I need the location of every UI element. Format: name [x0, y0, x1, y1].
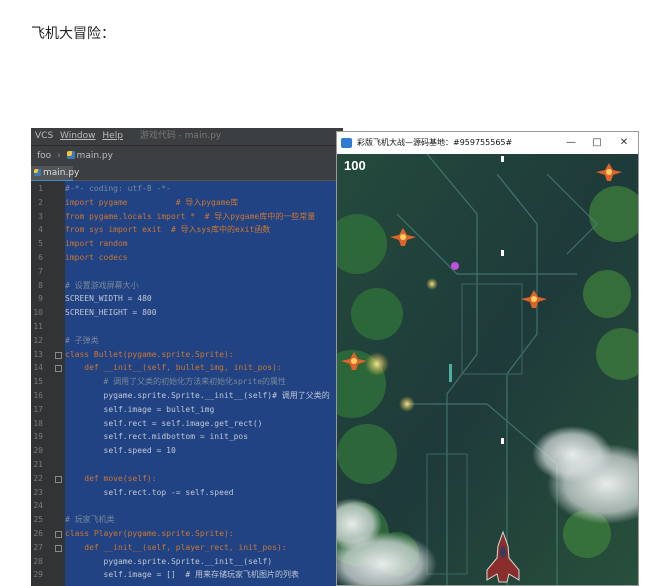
code-line: pygame.sprite.Sprite.__init__(self) [65, 556, 273, 566]
fold-marker[interactable] [55, 531, 62, 538]
close-button[interactable]: ✕ [612, 132, 636, 154]
line-number: 22 [33, 473, 43, 483]
game-window-title: 彩版飞机大战—源码基地：#959755565# [357, 138, 513, 147]
line-number: 8 [38, 280, 43, 290]
code-line: self.image = bullet_img [65, 404, 215, 414]
line-number: 28 [33, 556, 43, 566]
tab-main-py[interactable]: main.py [31, 166, 79, 182]
line-number: 11 [33, 322, 43, 331]
cloud [532, 426, 612, 482]
line-number: 2 [38, 197, 43, 207]
line-number: 6 [38, 253, 43, 262]
code-line: import random [65, 239, 128, 249]
breadcrumb-separator: › [57, 151, 61, 161]
line-number: 27 [33, 542, 43, 552]
code-line: # 玩家飞机类 [65, 515, 115, 525]
line-number: 1 [38, 184, 43, 193]
menu-window[interactable]: Window [60, 131, 96, 141]
fold-marker[interactable] [55, 475, 62, 483]
maximize-button[interactable]: □ [585, 132, 609, 154]
code-line: pygame.sprite.Sprite.__init__(self)# 调用了… [65, 391, 330, 400]
code-line: self.rect.midbottom = init_pos [65, 432, 249, 442]
code-editor[interactable]: #-*- coding: utf-8 -*- import pygame # 导入… [65, 181, 343, 586]
ide-window-title: 游戏代码 - main.py [139, 131, 222, 141]
code-line: self.speed = 10 [65, 446, 176, 456]
breadcrumb-file[interactable]: main.py [77, 151, 113, 161]
line-number: 16 [33, 391, 43, 400]
line-number: 10 [33, 308, 43, 318]
line-number: 4 [38, 225, 43, 235]
ide-window: VCS Window Help 游戏代码 - main.py foo › mai… [31, 128, 343, 586]
fold-marker[interactable] [55, 351, 62, 359]
code-line: def __init__(self, player_rect, init_pos… [65, 542, 287, 552]
code-line: # 设置游戏屏幕大小 [65, 280, 139, 290]
code-line: from pygame.locals import * # 导入pygame库中… [65, 211, 316, 221]
line-number: 19 [33, 432, 43, 442]
menu-help[interactable]: Help [102, 131, 123, 141]
line-number: 9 [38, 294, 43, 304]
code-line: # 调用了父类的初始化方法来初始化sprite的属性 [65, 377, 287, 387]
python-file-icon [34, 169, 41, 176]
line-number: 7 [38, 266, 43, 276]
bullet [501, 438, 504, 444]
ide-menubar: VCS Window Help 游戏代码 - main.py [31, 128, 343, 145]
fold-marker[interactable] [55, 544, 62, 552]
minimize-button[interactable]: — [559, 132, 583, 154]
line-number-gutter: 1 2 3 4 5 6 7 8 9 10 11 12 13 14 15 16 17 18 19 20 21 22 23 24 2… [31, 181, 65, 586]
line-number: 18 [33, 418, 43, 428]
bullet [501, 250, 504, 256]
article-heading: 飞机大冒险： [31, 26, 115, 42]
editor-tabbar: main.py [31, 166, 343, 182]
code-line: self.rect.top -= self.speed [65, 487, 234, 497]
code-line: self.rect = self.image.get_rect() [65, 418, 263, 428]
app-icon [341, 138, 352, 148]
breadcrumb-project[interactable]: foo [37, 151, 51, 161]
bullet [501, 156, 504, 162]
code-line: import codecs [65, 253, 128, 262]
game-window: 彩版飞机大战—源码基地：#959755565# — □ ✕ 100 [336, 131, 639, 586]
line-number: 12 [33, 335, 43, 345]
line-number: 26 [33, 529, 43, 538]
line-number: 23 [33, 487, 43, 497]
code-line: class Player(pygame.sprite.Sprite): [65, 529, 234, 538]
game-canvas[interactable] [337, 154, 639, 586]
line-number: 3 [38, 211, 43, 221]
line-number: 13 [33, 349, 43, 359]
code-line: def move(self): [65, 473, 157, 483]
line-number: 5 [38, 239, 43, 249]
code-line: # 子弹类 [65, 335, 99, 345]
line-number: 25 [33, 515, 43, 525]
code-line: def __init__(self, bullet_img, init_pos)… [65, 363, 282, 373]
code-line: #-*- coding: utf-8 -*- [65, 184, 171, 193]
code-line: from sys import exit # 导入sys库中的exit函数 [65, 225, 271, 235]
tab-label: main.py [43, 168, 80, 178]
code-line: SCREEN_HEIGHT = 800 [65, 308, 157, 318]
menu-vcs[interactable]: VCS [35, 131, 53, 141]
code-line: class Bullet(pygame.sprite.Sprite): [65, 349, 234, 359]
line-number: 20 [33, 446, 43, 456]
python-file-icon [66, 151, 75, 159]
line-number: 15 [33, 377, 43, 387]
score-display: 100 [344, 158, 366, 173]
code-line: SCREEN_WIDTH = 480 [65, 294, 152, 304]
code-line: self.image = [] # 用来存储玩家飞机图片的列表 [65, 570, 300, 580]
line-number: 14 [33, 363, 43, 373]
fold-marker[interactable] [55, 365, 62, 373]
game-titlebar: 彩版飞机大战—源码基地：#959755565# — □ ✕ [337, 132, 638, 154]
breadcrumb: foo › main.py [31, 145, 343, 166]
line-number: 24 [33, 501, 43, 511]
line-number: 21 [33, 460, 43, 469]
code-line: import pygame # 导入pygame库 [65, 197, 239, 207]
line-number: 29 [33, 570, 43, 580]
line-number: 17 [33, 404, 43, 414]
